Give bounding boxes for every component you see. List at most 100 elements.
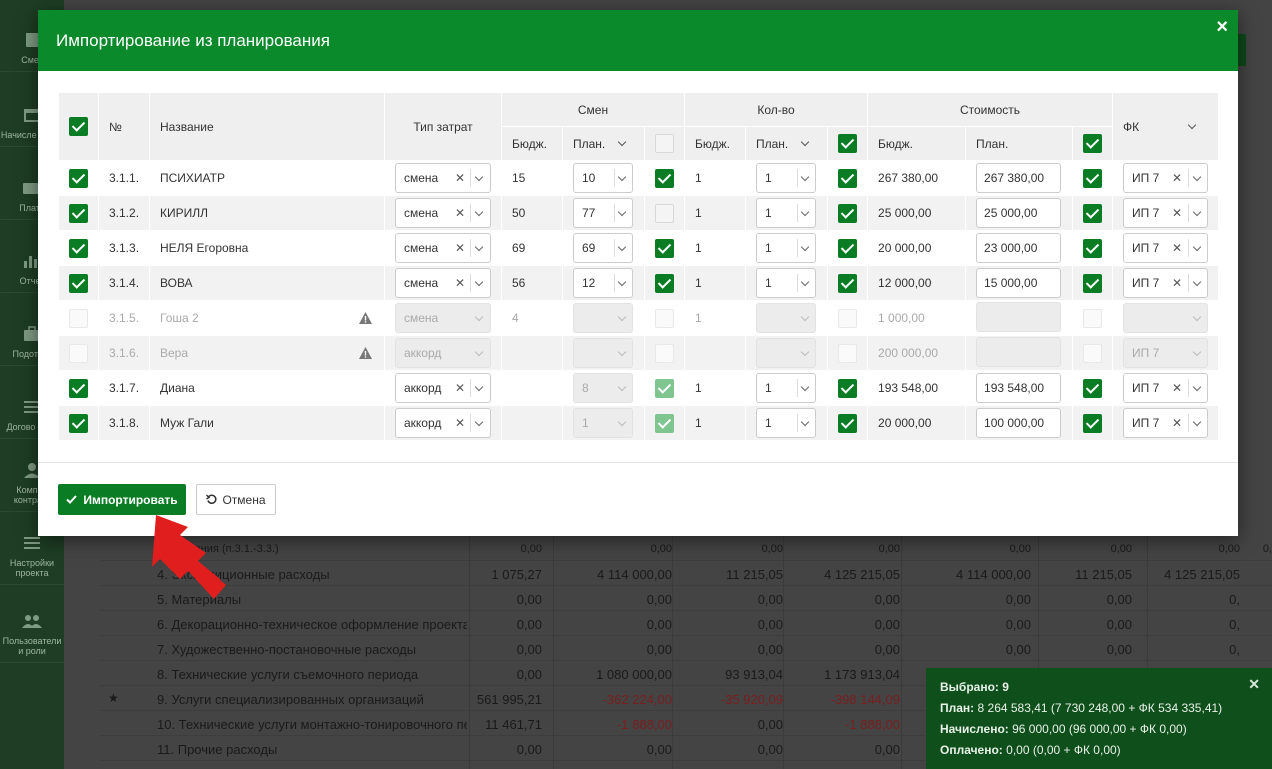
- import-button[interactable]: Импортировать: [58, 484, 186, 515]
- row-checkbox[interactable]: [69, 273, 88, 293]
- cost-checkbox[interactable]: [1083, 378, 1103, 398]
- select-all-checkbox[interactable]: [69, 117, 88, 136]
- select-field[interactable]: 1: [756, 373, 816, 403]
- clear-icon[interactable]: ✕: [1172, 276, 1182, 290]
- clear-icon[interactable]: ✕: [1172, 171, 1182, 185]
- select-field[interactable]: аккорд✕: [395, 373, 491, 403]
- clear-icon[interactable]: ✕: [455, 206, 465, 220]
- select-field[interactable]: [1123, 303, 1209, 333]
- qty-checkbox[interactable]: [838, 308, 857, 328]
- shifts-checkbox[interactable]: [655, 308, 674, 328]
- summary-close-icon[interactable]: ✕: [1248, 676, 1260, 693]
- select-value: 1: [765, 381, 772, 395]
- select-field[interactable]: аккорд✕: [395, 338, 491, 368]
- qty-checkbox[interactable]: [838, 273, 857, 293]
- qty-checkbox[interactable]: [838, 203, 857, 223]
- cost-checkbox[interactable]: [1083, 238, 1103, 258]
- row-checkbox[interactable]: [69, 238, 88, 258]
- select-field[interactable]: ИП 7 ✕: [1123, 163, 1209, 193]
- select-field[interactable]: 1: [756, 198, 816, 228]
- shifts-checkbox[interactable]: [655, 413, 674, 433]
- qty-checkbox[interactable]: [838, 413, 857, 433]
- clear-icon[interactable]: ✕: [1172, 416, 1182, 430]
- cost-plan-input[interactable]: 25 000,00: [976, 198, 1062, 228]
- row-checkbox[interactable]: [69, 308, 88, 328]
- qty-checkbox[interactable]: [838, 378, 857, 398]
- qty-checkbox[interactable]: [838, 343, 857, 363]
- shifts-checkbox[interactable]: [655, 343, 674, 363]
- shifts-checkbox[interactable]: [655, 203, 674, 223]
- select-field[interactable]: 69: [573, 233, 633, 263]
- qty-plan-header[interactable]: План.: [745, 126, 828, 161]
- select-field[interactable]: ИП 7: [1123, 338, 1209, 368]
- cost-plan-input[interactable]: [976, 301, 1062, 332]
- select-field[interactable]: 77: [573, 198, 633, 228]
- select-field[interactable]: 12: [573, 268, 633, 298]
- cancel-button[interactable]: Отмена: [196, 484, 276, 515]
- shifts-checkbox[interactable]: [655, 238, 674, 258]
- shifts-checkbox[interactable]: [655, 168, 674, 188]
- select-field[interactable]: аккорд✕: [395, 408, 491, 438]
- cost-plan-input[interactable]: [976, 336, 1062, 367]
- select-field[interactable]: [573, 303, 633, 333]
- select-field[interactable]: 10: [573, 163, 633, 193]
- cost-plan-input[interactable]: 100 000,00: [976, 408, 1062, 438]
- cost-checkbox[interactable]: [1083, 273, 1103, 293]
- fk-header[interactable]: ФК: [1112, 92, 1220, 161]
- cost-plan-input[interactable]: 23 000,00: [976, 233, 1062, 263]
- sidebar-item[interactable]: Пользователи и роли: [0, 585, 64, 663]
- select-field[interactable]: смена✕: [395, 233, 491, 263]
- clear-icon[interactable]: ✕: [1172, 241, 1182, 255]
- shifts-all-checkbox[interactable]: [655, 134, 674, 153]
- select-field[interactable]: ИП 7 ✕: [1123, 233, 1209, 263]
- select-field[interactable]: 1: [756, 408, 816, 438]
- clear-icon[interactable]: ✕: [455, 276, 465, 290]
- cost-checkbox[interactable]: [1083, 203, 1103, 223]
- qty-checkbox[interactable]: [838, 238, 857, 258]
- shifts-plan-header[interactable]: План.: [562, 126, 645, 161]
- row-checkbox[interactable]: [69, 413, 88, 433]
- clear-icon[interactable]: ✕: [455, 241, 465, 255]
- clear-icon[interactable]: ✕: [1172, 381, 1182, 395]
- select-field[interactable]: смена✕: [395, 198, 491, 228]
- select-field[interactable]: смена✕: [395, 163, 491, 193]
- select-field[interactable]: 1: [573, 408, 633, 438]
- select-field[interactable]: [756, 338, 816, 368]
- modal-close-icon[interactable]: ×: [1216, 16, 1228, 39]
- background-row-value: 11 215,05: [1075, 567, 1132, 582]
- cost-checkbox[interactable]: [1083, 168, 1103, 188]
- select-field[interactable]: ИП 7 ✕: [1123, 408, 1209, 438]
- shifts-checkbox[interactable]: [655, 273, 674, 293]
- cost-checkbox[interactable]: [1083, 308, 1103, 328]
- shifts-checkbox[interactable]: [655, 378, 674, 398]
- select-field[interactable]: 1: [756, 268, 816, 298]
- cost-checkbox[interactable]: [1083, 413, 1103, 433]
- row-checkbox[interactable]: [69, 378, 88, 398]
- cost-plan-input[interactable]: 193 548,00: [976, 373, 1062, 403]
- chevron-down-icon: [800, 347, 810, 357]
- row-checkbox[interactable]: [69, 168, 88, 188]
- select-field[interactable]: 8: [573, 373, 633, 403]
- cost-plan-input[interactable]: 267 380,00: [976, 163, 1062, 193]
- select-field[interactable]: смена✕: [395, 268, 491, 298]
- cost-plan-input[interactable]: 15 000,00: [976, 268, 1062, 298]
- cost-all-checkbox[interactable]: [1083, 134, 1103, 153]
- clear-icon[interactable]: ✕: [1172, 206, 1182, 220]
- select-field[interactable]: [756, 303, 816, 333]
- select-field[interactable]: ИП 7 ✕: [1123, 198, 1209, 228]
- select-field[interactable]: [573, 338, 633, 368]
- row-checkbox[interactable]: [69, 343, 88, 363]
- select-field[interactable]: ИП 7 ✕: [1123, 268, 1209, 298]
- clear-icon[interactable]: ✕: [455, 381, 465, 395]
- select-field[interactable]: 1: [756, 163, 816, 193]
- qty-all-checkbox[interactable]: [838, 134, 857, 153]
- clear-icon[interactable]: ✕: [455, 171, 465, 185]
- clear-icon[interactable]: ✕: [455, 416, 465, 430]
- row-checkbox[interactable]: [69, 203, 88, 223]
- cost-checkbox[interactable]: [1083, 343, 1103, 363]
- select-field[interactable]: ИП 7 ✕: [1123, 373, 1209, 403]
- row-cost-check: [1072, 230, 1114, 266]
- select-field[interactable]: смена✕: [395, 303, 491, 333]
- select-field[interactable]: 1: [756, 233, 816, 263]
- qty-checkbox[interactable]: [838, 168, 857, 188]
